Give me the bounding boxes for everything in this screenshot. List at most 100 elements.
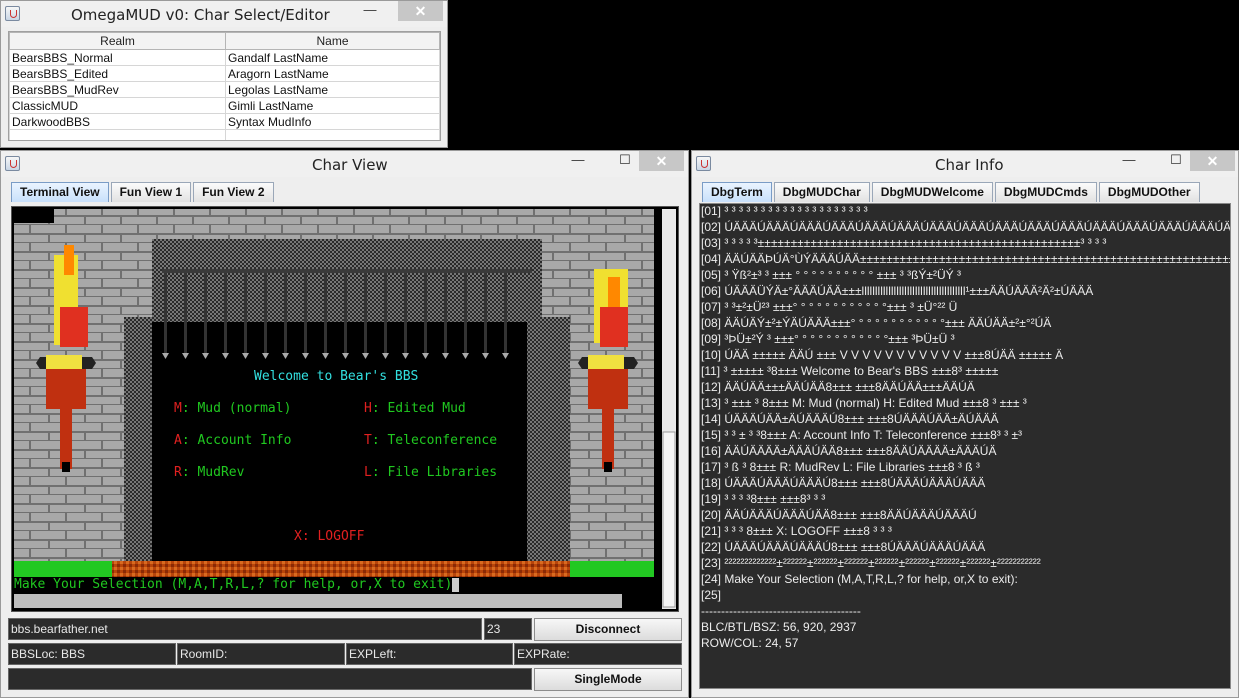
debug-line: [22] ÚÄÄÄÚÄÄÄÚÄÄÄÚ8±±± ±±±8ÚÄÄÄÚÄÄÄÚÄÄÄ (701, 540, 986, 554)
column-header-name[interactable]: Name (225, 32, 440, 50)
realm-cell: BearsBBS_Normal (9, 49, 226, 66)
tab-fun-view-2[interactable]: Fun View 2 (193, 182, 274, 202)
singlemode-button[interactable]: SingleMode (534, 668, 682, 691)
dirt-path (112, 561, 570, 577)
menu-key: H (364, 401, 372, 416)
close-icon[interactable]: ✕ (639, 151, 684, 171)
portcullis-bar (464, 273, 467, 353)
bbs-ansi-art (14, 209, 676, 609)
close-icon[interactable]: ✕ (398, 1, 443, 21)
char-table-container: Realm Name BearsBBS_Normal Gandalf LastNa… (8, 31, 441, 141)
tab-dbgmudother[interactable]: DbgMUDOther (1098, 182, 1200, 202)
tab-fun-view-1[interactable]: Fun View 1 (110, 182, 192, 202)
debug-line: [16] ÄÄÚÄÄÄÄ±ÄÄÄÚÄÄ8±±± ±±±8ÄÄÚÄÄÄÄ±ÄÄÄÚ… (701, 444, 997, 458)
menu-item[interactable]: A: Account Info (174, 433, 291, 448)
menu-key: M (174, 401, 182, 416)
menu-item[interactable]: T: Teleconference (364, 433, 497, 448)
debug-line: [13] ³ ±±± ³ 8±±± M: Mud (normal) H: Edi… (701, 396, 1027, 410)
debug-line: [02] ÚÄÄÄÚÄÄÄÚÄÄÄÚÄÄÄÚÄÄÄÚÄÄÄÚÄÄÄÚÄÄÄÚÄÄ… (701, 220, 1231, 234)
debug-line: BLC/BTL/BSZ: 56, 920, 2937 (701, 620, 857, 634)
cursor (452, 577, 460, 592)
debug-line: [21] ³ ³ ³ 8±±± X: LOGOFF ±±±8 ³ ³ ³ (701, 524, 892, 538)
debug-line: [10] ÚÄÄ ±±±±± ÄÄÚ ±±± V V V V V V V V V… (701, 348, 1064, 362)
char-table: Realm Name BearsBBS_Normal Gandalf LastNa… (9, 32, 440, 140)
name-cell: Syntax MudInfo (225, 113, 440, 130)
portcullis-bar (264, 273, 267, 353)
portcullis-bar (204, 273, 207, 353)
char-select-window: OmegaMUD v0: Char Select/Editor — ✕ Real… (0, 0, 448, 148)
debug-line: [17] ³ ß ³ 8±±± R: MudRev L: File Librar… (701, 460, 980, 474)
empty-cell (225, 129, 440, 140)
menu-item[interactable]: H: Edited Mud (364, 401, 466, 416)
realm-cell: ClassicMUD (9, 97, 226, 114)
portcullis-bar (284, 273, 287, 353)
debug-line: [07] ³ ³±²±Ü²³ ±±±° ° ° ° ° ° ° ° ° ° ° … (701, 300, 958, 314)
table-row[interactable]: BearsBBS_MudRev Legolas LastName (9, 81, 440, 98)
portcullis-bar (184, 273, 187, 353)
menu-label: : LOGOFF (301, 529, 365, 544)
window-title: Char Info (935, 156, 1004, 174)
portcullis-bar (324, 273, 327, 353)
window-title: OmegaMUD v0: Char Select/Editor (71, 6, 330, 24)
minimize-icon[interactable]: — (566, 151, 590, 171)
debug-line: [03] ³ ³ ³ ³ ³±±±±±±±±±±±±±±±±±±±±±±±±±±… (701, 236, 1107, 250)
close-icon[interactable]: ✕ (1190, 151, 1235, 171)
char-view-titlebar[interactable]: Char View — ☐ ✕ (1, 151, 688, 177)
realm-cell: BearsBBS_Edited (9, 65, 226, 82)
debug-line: [25] (701, 588, 722, 602)
status-bbsloc: BBSLoc: BBS (8, 643, 176, 665)
welcome-text: Welcome to Bear's BBS (254, 369, 419, 384)
portcullis-bar (364, 273, 367, 353)
char-select-titlebar[interactable]: OmegaMUD v0: Char Select/Editor — ✕ (1, 1, 447, 27)
portcullis-bar (444, 273, 447, 353)
table-row[interactable]: BearsBBS_Normal Gandalf LastName (9, 49, 440, 66)
maximize-icon[interactable]: ☐ (1164, 151, 1188, 171)
realm-cell: DarkwoodBBS (9, 113, 226, 130)
debug-line: [06] ÚÄÄÄÜÝÄ±°ÄÄÄÚÄÄ±±±lllllllllllllllll… (701, 284, 1094, 298)
portcullis-bar (224, 273, 227, 353)
debug-line: [12] ÄÄÚÄÄ±±±ÄÄÚÄÄ8±±± ±±±8ÄÄÚÄÄ±±±ÄÄÚÄ (701, 380, 975, 394)
command-input[interactable] (8, 668, 532, 690)
terminal-screen[interactable]: Welcome to Bear's BBS M: Mud (normal) H: … (11, 206, 679, 612)
menu-key: R (174, 465, 182, 480)
debug-line: [15] ³ ³ ± ³ ³8±±± A: Account Info T: Te… (701, 428, 1023, 442)
host-field[interactable]: bbs.bearfather.net (8, 618, 482, 640)
portcullis-bar (404, 273, 407, 353)
table-row[interactable]: ClassicMUD Gimli LastName (9, 97, 440, 114)
menu-label: : MudRev (181, 465, 245, 480)
portcullis-bar (164, 273, 167, 353)
debug-line: ---------------------------------------- (701, 604, 861, 618)
menu-item-logoff[interactable]: X: LOGOFF (294, 529, 364, 544)
portcullis-bar (384, 273, 387, 353)
tab-dbgterm[interactable]: DbgTerm (702, 182, 772, 202)
tab-dbgmudcmds[interactable]: DbgMUDCmds (994, 182, 1097, 202)
prompt-text: Make Your Selection (M,A,T,R,L,? for hel… (14, 577, 453, 592)
debug-line: [05] ³ Ÿß²±³ ³ ±±± ° ° ° ° ° ° ° ° ° ° ±… (701, 268, 962, 282)
debug-terminal-text[interactable]: [01] ³ ³ ³ ³ ³ ³ ³ ³ ³ ³ ³ ³ ³ ³ ³ ³ ³ ³… (699, 203, 1231, 689)
maximize-icon[interactable]: ☐ (613, 151, 637, 171)
menu-item[interactable]: L: File Libraries (364, 465, 497, 480)
name-cell: Gandalf LastName (225, 49, 440, 66)
table-row[interactable]: BearsBBS_Edited Aragorn LastName (9, 65, 440, 82)
table-row[interactable]: DarkwoodBBS Syntax MudInfo (9, 113, 440, 130)
menu-label: : Edited Mud (371, 401, 466, 416)
minimize-icon[interactable]: — (1117, 151, 1141, 171)
debug-line: [08] ÄÄÚÄÝ±²±ÝÄÚÄÄÄ±±±° ° ° ° ° ° ° ° ° … (701, 316, 1052, 330)
tab-dbgmudchar[interactable]: DbgMUDChar (773, 182, 870, 202)
debug-line: ROW/COL: 24, 57 (701, 636, 799, 650)
name-cell: Aragorn LastName (225, 65, 440, 82)
char-info-titlebar[interactable]: Char Info — ☐ ✕ (692, 151, 1238, 177)
port-field[interactable]: 23 (484, 618, 532, 640)
debug-line: [19] ³ ³ ³ ³8±±± ±±±8³ ³ ³ (701, 492, 826, 506)
debug-line: [18] ÚÄÄÄÚÄÄÄÚÄÄÄÚ8±±± ±±±8ÚÄÄÄÚÄÄÄÚÄÄÄ (701, 476, 986, 490)
disconnect-button[interactable]: Disconnect (534, 618, 682, 641)
column-header-realm[interactable]: Realm (9, 32, 226, 50)
tab-dbgmudwelcome[interactable]: DbgMUDWelcome (871, 182, 993, 202)
status-roomid: RoomID: (177, 643, 345, 665)
debug-line: [20] ÄÄÚÄÄÄÚÄÄÄÚÄÄ8±±± ±±±8ÄÄÚÄÄÄÚÄÄÄÚ (701, 508, 977, 522)
tab-terminal-view[interactable]: Terminal View (11, 182, 109, 202)
portcullis-bar (484, 273, 487, 353)
menu-item[interactable]: M: Mud (normal) (174, 401, 291, 416)
minimize-icon[interactable]: — (358, 1, 382, 21)
menu-item[interactable]: R: MudRev (174, 465, 244, 480)
